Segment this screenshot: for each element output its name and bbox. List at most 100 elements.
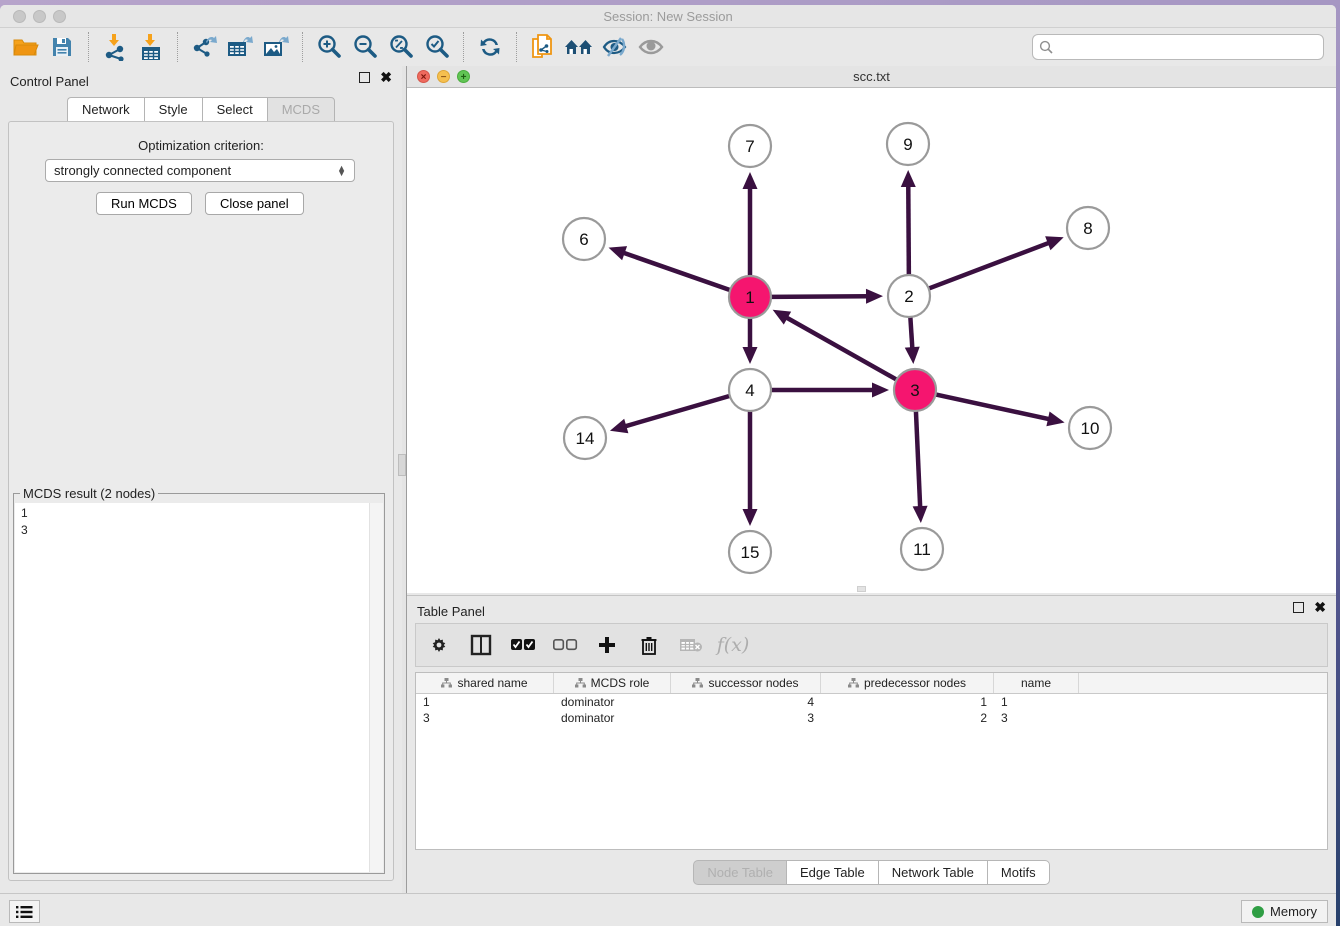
control-panel-tabs: Network Style Select MCDS xyxy=(0,97,402,122)
list-icon xyxy=(16,905,33,919)
edge-1-6[interactable] xyxy=(623,253,730,291)
edge-3-10[interactable] xyxy=(936,394,1050,419)
graph-node-label: 14 xyxy=(576,429,595,448)
edge-2-9[interactable] xyxy=(908,185,909,275)
export-image-icon xyxy=(262,34,290,60)
delete-table-icon xyxy=(679,637,703,653)
edge-4-14[interactable] xyxy=(624,396,729,427)
run-mcds-button[interactable]: Run MCDS xyxy=(96,192,192,215)
tab-network[interactable]: Network xyxy=(67,97,144,122)
zoom-in-button[interactable] xyxy=(311,31,347,63)
gear-icon xyxy=(429,635,449,655)
export-network-icon xyxy=(190,34,218,60)
close-panel-button[interactable]: Close panel xyxy=(205,192,304,215)
mcds-result-list[interactable]: 1 3 xyxy=(15,503,369,872)
deselect-all-button[interactable] xyxy=(552,632,578,658)
show-all-button[interactable] xyxy=(633,31,669,63)
optimization-criterion-select[interactable]: strongly connected component ▲▼ xyxy=(45,159,355,182)
first-neighbors-button[interactable] xyxy=(561,31,597,63)
edge-2-3[interactable] xyxy=(910,317,912,349)
table-panel-float-icon[interactable] xyxy=(1293,602,1304,613)
show-columns-button[interactable] xyxy=(468,632,494,658)
tab-network-table[interactable]: Network Table xyxy=(878,860,987,885)
graph-node-label: 2 xyxy=(904,287,913,306)
zoom-selected-icon xyxy=(424,34,450,60)
cell-successor-nodes[interactable]: 4 xyxy=(671,695,821,709)
graph-node-label: 6 xyxy=(579,230,588,249)
search-input[interactable] xyxy=(1058,37,1317,57)
tab-select[interactable]: Select xyxy=(202,97,267,122)
control-panel-close-icon[interactable]: ✖ xyxy=(380,72,392,83)
table-panel-tabs: Node Table Edge Table Network Table Moti… xyxy=(407,860,1336,885)
column-header-name[interactable]: name xyxy=(994,673,1079,693)
edge-arrowhead xyxy=(1045,236,1064,250)
task-history-button[interactable] xyxy=(9,900,40,923)
table-row[interactable]: 3 dominator 3 2 3 xyxy=(416,710,1327,726)
clone-network-button[interactable] xyxy=(525,31,561,63)
mcds-panel-body: Optimization criterion: strongly connect… xyxy=(8,121,394,881)
cell-mcds-role[interactable]: dominator xyxy=(554,695,671,709)
application-window: Session: New Session xyxy=(0,5,1336,926)
cell-predecessor-nodes[interactable]: 1 xyxy=(821,695,994,709)
tab-motifs[interactable]: Motifs xyxy=(987,860,1050,885)
cell-name[interactable]: 3 xyxy=(994,711,1079,725)
table-panel-title: Table Panel xyxy=(417,604,485,619)
column-header-successor-nodes[interactable]: successor nodes xyxy=(671,673,821,693)
hide-selected-button[interactable] xyxy=(597,31,633,63)
function-builder-button[interactable]: f(x) xyxy=(720,632,746,658)
delete-table-button[interactable] xyxy=(678,632,704,658)
memory-button[interactable]: Memory xyxy=(1241,900,1328,923)
zoom-out-button[interactable] xyxy=(347,31,383,63)
column-header-shared-name[interactable]: shared name xyxy=(416,673,554,693)
save-session-button[interactable] xyxy=(44,31,80,63)
mcds-result-scrollbar[interactable] xyxy=(369,503,383,872)
export-network-button[interactable] xyxy=(186,31,222,63)
edge-arrowhead xyxy=(609,246,628,260)
table-settings-button[interactable] xyxy=(426,632,452,658)
mcds-result-title: MCDS result (2 nodes) xyxy=(20,486,158,501)
main-toolbar xyxy=(0,28,1336,66)
cell-shared-name[interactable]: 3 xyxy=(416,711,554,725)
horizontal-splitter-grip[interactable] xyxy=(857,586,866,592)
edge-2-8[interactable] xyxy=(929,243,1050,289)
mcds-result-group: MCDS result (2 nodes) 1 3 xyxy=(13,493,385,874)
edge-arrowhead xyxy=(905,347,920,364)
column-header-mcds-role[interactable]: MCDS role xyxy=(554,673,671,693)
tab-node-table[interactable]: Node Table xyxy=(693,860,786,885)
import-table-button[interactable] xyxy=(133,31,169,63)
edge-1-2[interactable] xyxy=(771,296,868,297)
first-neighbors-icon xyxy=(564,35,594,59)
cell-name[interactable]: 1 xyxy=(994,695,1079,709)
tab-edge-table[interactable]: Edge Table xyxy=(786,860,878,885)
column-header-predecessor-nodes[interactable]: predecessor nodes xyxy=(821,673,994,693)
edge-3-1[interactable] xyxy=(786,317,897,380)
cell-predecessor-nodes[interactable]: 2 xyxy=(821,711,994,725)
cell-mcds-role[interactable]: dominator xyxy=(554,711,671,725)
create-column-button[interactable] xyxy=(594,632,620,658)
import-network-button[interactable] xyxy=(97,31,133,63)
tab-mcds[interactable]: MCDS xyxy=(267,97,335,122)
export-table-button[interactable] xyxy=(222,31,258,63)
tab-style[interactable]: Style xyxy=(144,97,202,122)
delete-column-button[interactable] xyxy=(636,632,662,658)
open-file-button[interactable] xyxy=(8,31,44,63)
edge-3-11[interactable] xyxy=(916,411,920,508)
cell-shared-name[interactable]: 1 xyxy=(416,695,554,709)
graph-node-label: 10 xyxy=(1081,419,1100,438)
cell-successor-nodes[interactable]: 3 xyxy=(671,711,821,725)
columns-icon xyxy=(470,634,492,656)
zoom-fit-icon xyxy=(388,34,414,60)
export-image-button[interactable] xyxy=(258,31,294,63)
zoom-selected-button[interactable] xyxy=(419,31,455,63)
network-canvas[interactable]: 1234678910111415 xyxy=(407,88,1336,593)
graph-node-label: 3 xyxy=(910,381,919,400)
table-panel-close-icon[interactable]: ✖ xyxy=(1314,602,1326,613)
toolbar-separator xyxy=(88,32,89,62)
refresh-button[interactable] xyxy=(472,31,508,63)
zoom-fit-button[interactable] xyxy=(383,31,419,63)
control-panel-float-icon[interactable] xyxy=(359,72,370,83)
select-all-button[interactable] xyxy=(510,632,536,658)
toolbar-separator xyxy=(463,32,464,62)
splitter-grip[interactable] xyxy=(398,454,406,476)
table-row[interactable]: 1 dominator 4 1 1 xyxy=(416,694,1327,710)
